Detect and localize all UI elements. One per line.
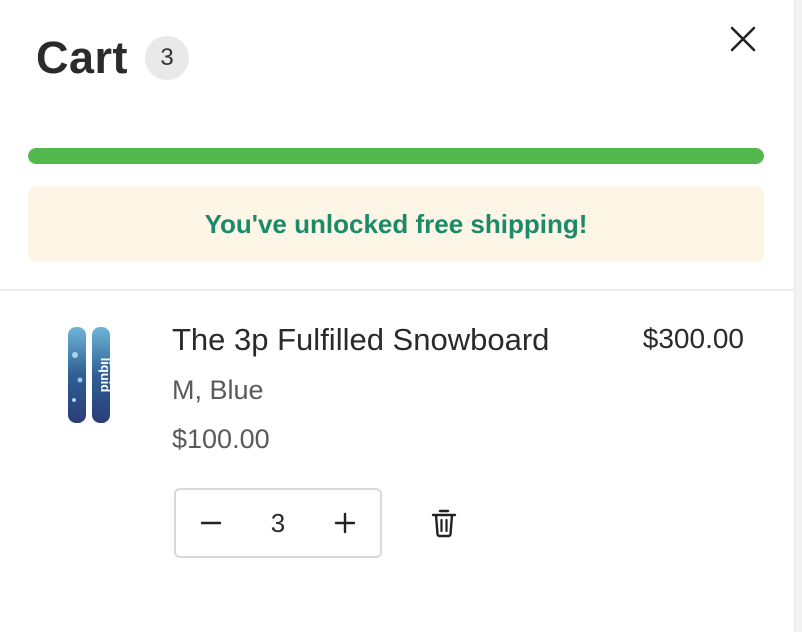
increase-quantity-button[interactable] xyxy=(310,490,380,556)
free-shipping-banner: You've unlocked free shipping! xyxy=(28,186,764,262)
close-button[interactable] xyxy=(724,20,762,58)
minus-icon xyxy=(200,521,222,525)
item-line-price: $300.00 xyxy=(642,323,744,354)
cart-count-badge: 3 xyxy=(145,36,190,80)
item-title[interactable]: The 3p Fulfilled Snowboard xyxy=(172,320,549,360)
quantity-value[interactable]: 3 xyxy=(246,508,310,539)
cart-title: Cart xyxy=(36,32,129,83)
divider xyxy=(0,289,795,291)
svg-text:liquid: liquid xyxy=(98,358,113,393)
decrease-quantity-button[interactable] xyxy=(176,490,246,556)
item-variant: M, Blue xyxy=(172,375,264,405)
item-unit-price: $100.00 xyxy=(172,424,270,454)
cart-header: Cart 3 xyxy=(36,30,190,86)
snowboard-image[interactable]: liquid xyxy=(62,325,116,425)
trash-icon xyxy=(431,509,457,538)
page-edge xyxy=(795,0,802,632)
quantity-stepper: 3 xyxy=(174,488,382,558)
free-shipping-progress-bar xyxy=(28,148,764,164)
free-shipping-progress-fill xyxy=(28,148,764,164)
plus-icon xyxy=(334,512,356,534)
close-icon xyxy=(730,26,756,52)
free-shipping-message: You've unlocked free shipping! xyxy=(204,208,588,239)
remove-item-button[interactable] xyxy=(424,503,464,543)
cart-drawer: Cart 3 You've unlocked free shipping! li… xyxy=(0,0,795,632)
